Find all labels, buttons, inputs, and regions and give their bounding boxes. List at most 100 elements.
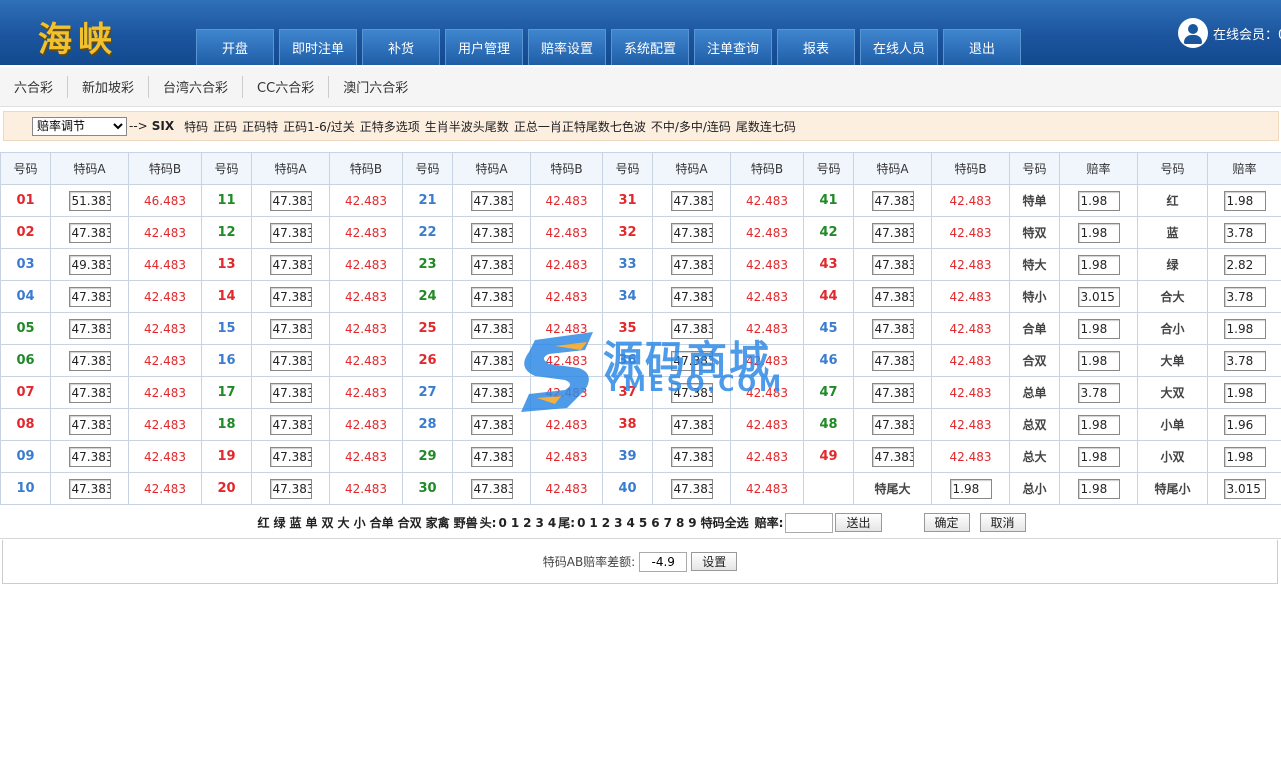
- toolbar-link-5[interactable]: 生肖半波头尾数: [425, 120, 509, 134]
- quick-tail-3[interactable]: 3: [614, 516, 622, 530]
- odds-a-input[interactable]: [670, 222, 713, 243]
- odds-a-input[interactable]: [68, 446, 111, 467]
- odds-a-input[interactable]: [871, 382, 914, 403]
- odds-a-input[interactable]: [269, 222, 312, 243]
- quick-item-4[interactable]: 双: [322, 514, 334, 531]
- quick-tail-9[interactable]: 9: [688, 516, 696, 530]
- toolbar-link-6[interactable]: 正总一肖正特尾数七色波: [514, 120, 646, 134]
- subtab-1[interactable]: 新加坡彩: [68, 75, 150, 98]
- attr-odds-input[interactable]: [1077, 190, 1120, 211]
- odds-a-input[interactable]: [871, 286, 914, 307]
- quick-head-0[interactable]: 0: [498, 516, 506, 530]
- quick-item-0[interactable]: 红: [257, 514, 269, 531]
- odds-a-input[interactable]: [470, 382, 513, 403]
- odds-a-input[interactable]: [470, 414, 513, 435]
- odds-a-input[interactable]: [670, 254, 713, 275]
- nav-item-9[interactable]: 退出: [943, 29, 1021, 65]
- toolbar-link-1[interactable]: 正码: [213, 120, 237, 134]
- odds-a-input[interactable]: [470, 190, 513, 211]
- odds-a-input[interactable]: [871, 350, 914, 371]
- odds-a-input[interactable]: [670, 286, 713, 307]
- quick-tail-6[interactable]: 6: [651, 516, 659, 530]
- quick-tail-8[interactable]: 8: [676, 516, 684, 530]
- odds-a-input[interactable]: [670, 318, 713, 339]
- toolbar-link-4[interactable]: 正特多选项: [360, 120, 420, 134]
- attr2-odds-input[interactable]: [1223, 286, 1266, 307]
- attr2-odds-input[interactable]: [1223, 382, 1266, 403]
- nav-item-1[interactable]: 即时注单: [279, 29, 357, 65]
- send-button[interactable]: 送出: [835, 513, 882, 532]
- quick-item-7[interactable]: 合单: [370, 514, 394, 531]
- quick-tail-2[interactable]: 2: [602, 516, 610, 530]
- odds-a-input[interactable]: [68, 254, 111, 275]
- odds-a-input[interactable]: [68, 222, 111, 243]
- nav-item-0[interactable]: 开盘: [196, 29, 274, 65]
- quick-item-6[interactable]: 小: [354, 514, 366, 531]
- subtab-0[interactable]: 六合彩: [0, 75, 69, 98]
- attr-odds-input[interactable]: [1077, 222, 1120, 243]
- odds-a-input[interactable]: [269, 318, 312, 339]
- odds-a-input[interactable]: [670, 446, 713, 467]
- attr2-odds-input[interactable]: [1223, 478, 1266, 499]
- nav-item-8[interactable]: 在线人员: [860, 29, 938, 65]
- odds-a-input[interactable]: [269, 350, 312, 371]
- odds-a-input[interactable]: [269, 286, 312, 307]
- odds-a-input[interactable]: [470, 478, 513, 499]
- attr-odds-input[interactable]: [1077, 414, 1120, 435]
- odds-a-input[interactable]: [871, 318, 914, 339]
- nav-item-3[interactable]: 用户管理: [445, 29, 523, 65]
- odds-a-input[interactable]: [68, 478, 111, 499]
- odds-a-input[interactable]: [269, 478, 312, 499]
- quick-tail-4[interactable]: 4: [627, 516, 635, 530]
- odds-a-input[interactable]: [269, 254, 312, 275]
- odds-a-input[interactable]: [68, 190, 111, 211]
- nav-item-2[interactable]: 补货: [362, 29, 440, 65]
- attr2-odds-input[interactable]: [1223, 414, 1266, 435]
- attr-odds-input[interactable]: [1077, 382, 1120, 403]
- odds-a-input[interactable]: [269, 446, 312, 467]
- quick-item-1[interactable]: 绿: [273, 514, 285, 531]
- odds-a-input[interactable]: [871, 254, 914, 275]
- quick-tail-5[interactable]: 5: [639, 516, 647, 530]
- odds-a-input[interactable]: [871, 414, 914, 435]
- nav-item-5[interactable]: 系统配置: [611, 29, 689, 65]
- ab-diff-set-button[interactable]: 设置: [691, 552, 738, 571]
- odds-a-input[interactable]: [670, 414, 713, 435]
- odds-a-input[interactable]: [68, 318, 111, 339]
- odds-a-input[interactable]: [670, 190, 713, 211]
- odds-a-input[interactable]: [470, 446, 513, 467]
- attr-odds-input[interactable]: [1077, 478, 1120, 499]
- nav-item-7[interactable]: 报表: [777, 29, 855, 65]
- odds-a-input[interactable]: [871, 190, 914, 211]
- quick-item-3[interactable]: 单: [306, 514, 318, 531]
- quick-item-5[interactable]: 大: [338, 514, 350, 531]
- quick-item-9[interactable]: 家禽: [426, 514, 450, 531]
- quick-head-3[interactable]: 3: [536, 516, 544, 530]
- odds-a-input[interactable]: [871, 222, 914, 243]
- odds-a-input[interactable]: [68, 286, 111, 307]
- toolbar-link-8[interactable]: 尾数连七码: [736, 120, 796, 134]
- quick-odds-input[interactable]: [785, 512, 834, 533]
- quick-item-10[interactable]: 野兽: [454, 514, 478, 531]
- subtab-3[interactable]: CC六合彩: [243, 75, 330, 98]
- odds-a-input[interactable]: [670, 478, 713, 499]
- attr2-odds-input[interactable]: [1223, 222, 1266, 243]
- attr-odds-input[interactable]: [1077, 350, 1120, 371]
- attr2-odds-input[interactable]: [1223, 446, 1266, 467]
- attr-odds-input[interactable]: [1077, 318, 1120, 339]
- confirm-button[interactable]: 确定: [923, 513, 970, 532]
- attr-odds-input[interactable]: [1077, 254, 1120, 275]
- odds-a-input[interactable]: [269, 382, 312, 403]
- toolbar-link-3[interactable]: 正码1-6/过关: [283, 120, 355, 134]
- odds-a-input[interactable]: [470, 350, 513, 371]
- odds-mode-select[interactable]: 赔率调节: [32, 116, 127, 136]
- quick-tail-7[interactable]: 7: [664, 516, 672, 530]
- cancel-button[interactable]: 取消: [979, 513, 1026, 532]
- subtab-4[interactable]: 澳门六合彩: [329, 76, 422, 98]
- subtab-2[interactable]: 台湾六合彩: [149, 75, 244, 98]
- odds-a-input[interactable]: [68, 382, 111, 403]
- odds-a-input[interactable]: [68, 414, 111, 435]
- extra-odds-input[interactable]: [949, 478, 992, 499]
- odds-a-input[interactable]: [470, 318, 513, 339]
- odds-a-input[interactable]: [470, 254, 513, 275]
